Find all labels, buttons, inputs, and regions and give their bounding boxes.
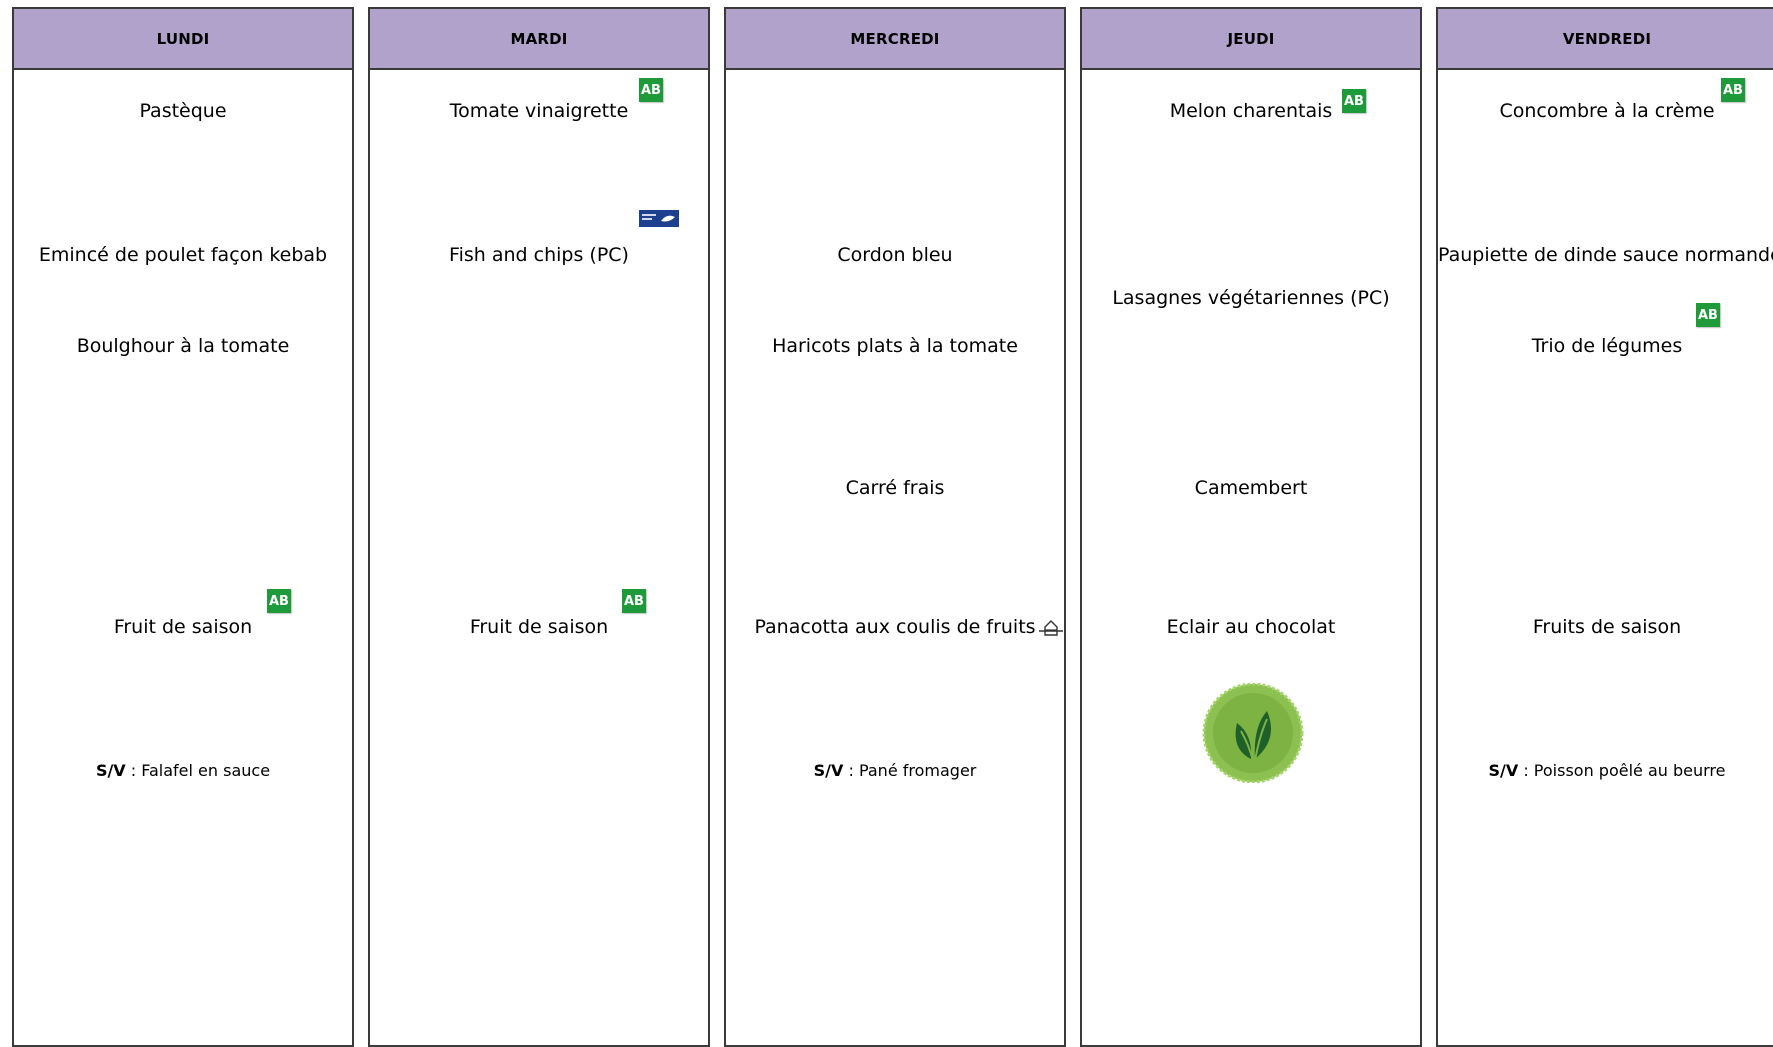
cheese: Camembert — [1194, 477, 1308, 499]
day-header: MERCREDI — [726, 9, 1064, 70]
dessert: Fruit de saison — [113, 616, 253, 638]
dessert: Fruit de saison — [469, 616, 609, 638]
main-dish: Lasagnes végétariennes (PC) — [1112, 287, 1390, 309]
starter: Melon charentais — [1169, 100, 1333, 122]
dessert: Fruits de saison — [1532, 616, 1682, 638]
msc-sustainable-fish-icon — [639, 210, 679, 227]
day-header: MARDI — [370, 9, 708, 70]
dessert: Panacotta aux coulis de fruits — [754, 616, 1036, 638]
starter: Concombre à la crème — [1499, 100, 1715, 122]
day-column-lundi: LUNDI Pastèque Emincé de poulet façon ke… — [12, 7, 354, 1047]
organic-ab-icon: AB — [1342, 89, 1366, 113]
organic-ab-icon: AB — [267, 589, 291, 613]
main-dish: Cordon bleu — [837, 244, 953, 266]
homemade-chef-hat-icon — [1037, 617, 1065, 639]
day-column-mercredi: MERCREDI Cordon bleu Haricots plats à la… — [724, 7, 1066, 1047]
vegetarian-substitute: S/V : Falafel en sauce — [14, 761, 352, 781]
side-dish: Trio de légumes — [1531, 335, 1683, 357]
organic-ab-icon: AB — [622, 589, 646, 613]
main-dish: Paupiette de dinde sauce normande — [1438, 244, 1773, 266]
sv-text: Poisson poêlé au beurre — [1533, 761, 1726, 780]
sv-separator: : — [843, 761, 859, 780]
sv-separator: : — [125, 761, 142, 780]
vegetarian-leaf-seal-icon — [1197, 682, 1309, 784]
vegetarian-substitute: S/V : Pané fromager — [726, 761, 1064, 781]
main-dish: Fish and chips (PC) — [449, 244, 629, 266]
day-column-mardi: MARDI Tomate vinaigrette AB Fish and chi… — [368, 7, 710, 1047]
sv-separator: : — [1518, 761, 1534, 780]
day-column-vendredi: VENDREDI Concombre à la crème AB Paupiet… — [1436, 7, 1773, 1047]
organic-ab-icon: AB — [1721, 78, 1745, 102]
sv-text: Falafel en sauce — [141, 761, 271, 780]
cheese: Carré frais — [845, 477, 945, 499]
day-column-jeudi: JEUDI Melon charentais AB Lasagnes végét… — [1080, 7, 1422, 1047]
sv-text: Pané fromager — [858, 761, 977, 780]
main-dish: Emincé de poulet façon kebab — [38, 244, 328, 266]
organic-ab-icon: AB — [1696, 303, 1720, 327]
starter: Tomate vinaigrette — [449, 100, 629, 122]
sv-label: S/V — [95, 761, 126, 780]
side-dish: Boulghour à la tomate — [76, 335, 290, 357]
day-header: LUNDI — [14, 9, 352, 70]
starter: Pastèque — [139, 100, 227, 122]
day-header: VENDREDI — [1438, 9, 1773, 70]
dessert: Eclair au chocolat — [1166, 616, 1336, 638]
sv-label: S/V — [813, 761, 844, 780]
vegetarian-substitute: S/V : Poisson poêlé au beurre — [1438, 761, 1773, 781]
side-dish: Haricots plats à la tomate — [772, 335, 1018, 357]
day-header: JEUDI — [1082, 9, 1420, 70]
organic-ab-icon: AB — [639, 78, 663, 102]
sv-label: S/V — [1488, 761, 1519, 780]
